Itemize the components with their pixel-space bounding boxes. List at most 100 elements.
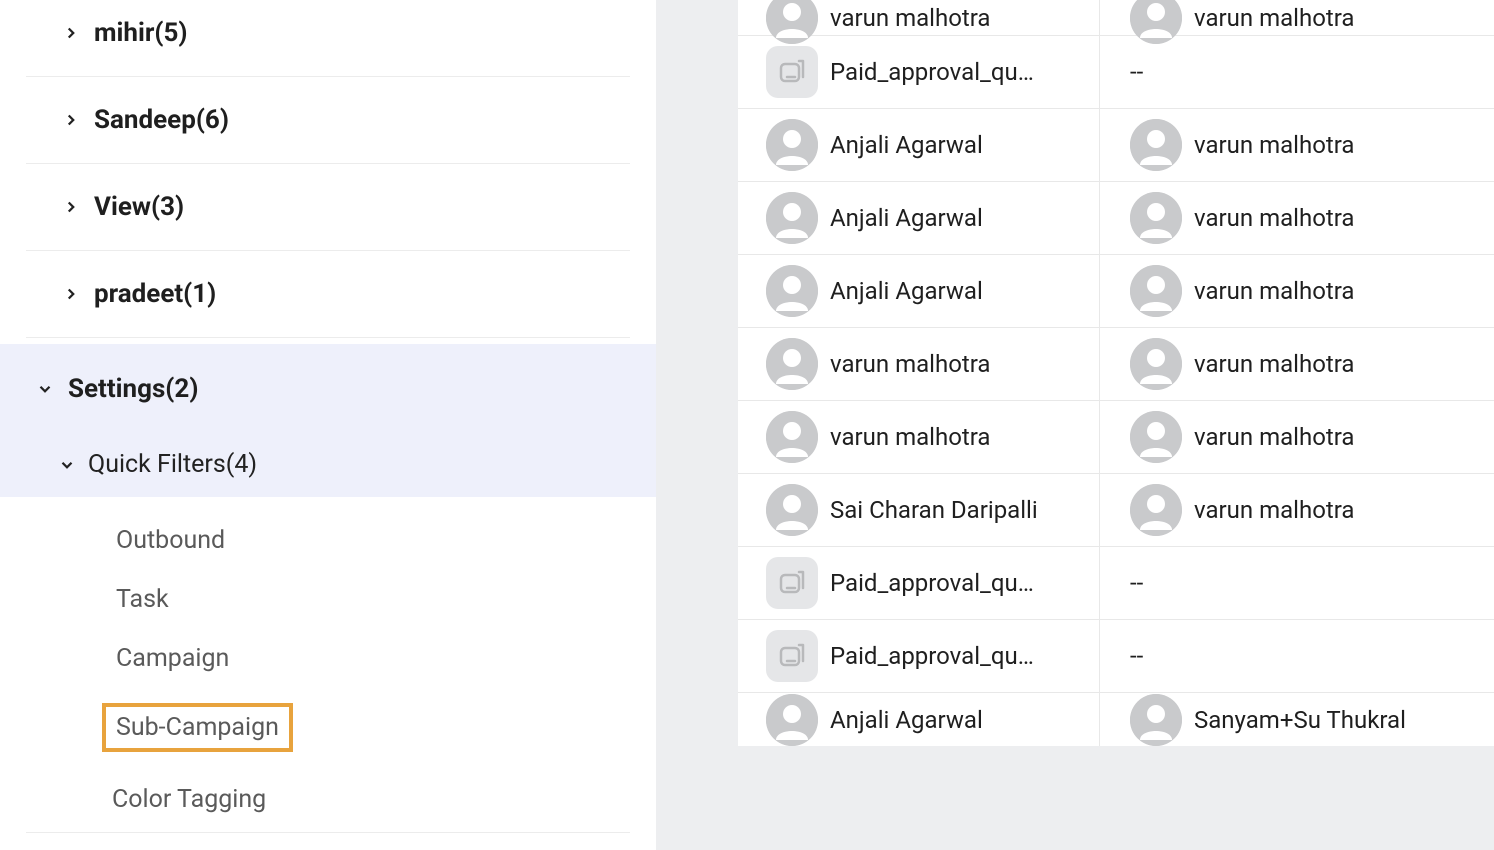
avatar-icon [1130,192,1182,244]
quick-filter-label: Task [116,585,169,614]
chevron-down-icon [58,456,76,474]
table-row[interactable]: Anjali Agarwal varun malhotra [738,109,1494,182]
quick-filter-item[interactable]: Campaign [0,629,656,688]
cell-assignee: Anjali Agarwal [738,255,1100,327]
owner-text: varun malhotra [1194,277,1355,305]
cell-owner: varun malhotra [1100,255,1494,327]
avatar-icon [1130,411,1182,463]
cell-assignee: varun malhotra [738,401,1100,473]
quick-filter-label: Sub-Campaign [102,703,293,752]
cell-owner: varun malhotra [1100,109,1494,181]
owner-text: varun malhotra [1194,204,1355,232]
avatar-icon [1130,484,1182,536]
queue-icon [766,630,818,682]
cell-assignee: varun malhotra [738,328,1100,400]
color-tagging-label: Color Tagging [112,785,266,814]
assignee-text: varun malhotra [830,4,991,32]
assignee-text: Anjali Agarwal [830,277,983,305]
chevron-right-icon [62,198,80,216]
quick-filter-label: Outbound [116,526,225,555]
settings-label: Settings(2) [68,374,198,404]
quick-filter-label: Campaign [116,644,229,673]
main-panel: varun malhotra varun malhotra Paid_appro… [656,0,1494,850]
sidebar-group[interactable]: mihir(5) [26,0,630,77]
avatar-icon [766,411,818,463]
table-row[interactable]: Anjali Agarwal varun malhotra [738,255,1494,328]
cell-owner: -- [1100,620,1494,692]
assignee-text: Paid_approval_qu… [830,569,1034,597]
owner-text: varun malhotra [1194,423,1355,451]
quick-filters-header[interactable]: Quick Filters(4) [0,434,656,497]
cell-assignee: Paid_approval_qu… [738,620,1100,692]
chevron-right-icon [62,111,80,129]
empty-value: -- [1130,569,1143,597]
chevron-right-icon [62,24,80,42]
table-row[interactable]: varun malhotra varun malhotra [738,0,1494,36]
empty-value: -- [1130,58,1143,86]
owner-text: varun malhotra [1194,131,1355,159]
table-row[interactable]: Paid_approval_qu… -- [738,36,1494,109]
sidebar-group[interactable]: pradeet(1) [26,251,630,338]
owner-text: varun malhotra [1194,496,1355,524]
cell-owner: varun malhotra [1100,328,1494,400]
cell-assignee: varun malhotra [738,0,1100,35]
settings-section: Settings(2) Quick Filters(4) [0,344,656,497]
avatar-icon [1130,265,1182,317]
group-label: mihir(5) [94,18,188,48]
group-label: View(3) [94,192,184,222]
assignee-text: Sai Charan Daripalli [830,496,1038,524]
queue-icon [766,557,818,609]
table-row[interactable]: varun malhotra varun malhotra [738,328,1494,401]
table-row[interactable]: Paid_approval_qu… -- [738,547,1494,620]
settings-header[interactable]: Settings(2) [0,344,656,434]
avatar-icon [766,338,818,390]
color-tagging-item[interactable]: Color Tagging [26,767,630,833]
table-row[interactable]: Sai Charan Daripalli varun malhotra [738,474,1494,547]
cell-assignee: Anjali Agarwal [738,693,1100,746]
avatar-icon [766,484,818,536]
owner-text: Sanyam+Su Thukral [1194,706,1406,734]
assignee-text: Anjali Agarwal [830,706,983,734]
group-label: Sandeep(6) [94,105,229,135]
assignee-text: Anjali Agarwal [830,204,983,232]
queue-icon [766,46,818,98]
cell-assignee: Paid_approval_qu… [738,547,1100,619]
cell-assignee: Anjali Agarwal [738,182,1100,254]
cell-owner: Sanyam+Su Thukral [1100,693,1494,746]
chevron-down-icon [36,380,54,398]
quick-filter-item[interactable]: Sub-Campaign [0,688,656,767]
owner-text: varun malhotra [1194,350,1355,378]
quick-filter-item[interactable]: Outbound [0,511,656,570]
avatar-icon [1130,694,1182,746]
cell-owner: varun malhotra [1100,182,1494,254]
quick-filter-item[interactable]: Task [0,570,656,629]
cell-assignee: Anjali Agarwal [738,109,1100,181]
chevron-right-icon [62,285,80,303]
cell-owner: varun malhotra [1100,474,1494,546]
assignee-text: Anjali Agarwal [830,131,983,159]
sidebar: mihir(5) Sandeep(6) View(3) pradeet(1) S… [0,0,656,850]
avatar-icon [766,192,818,244]
cell-owner: varun malhotra [1100,401,1494,473]
sidebar-group[interactable]: Sandeep(6) [26,77,630,164]
cell-owner: -- [1100,547,1494,619]
table-row[interactable]: Paid_approval_qu… -- [738,620,1494,693]
avatar-icon [766,265,818,317]
cell-assignee: Sai Charan Daripalli [738,474,1100,546]
footer-gap [738,746,1494,850]
table-row[interactable]: Anjali Agarwal Sanyam+Su Thukral [738,693,1494,746]
table: varun malhotra varun malhotra Paid_appro… [738,0,1494,746]
quick-filters-children: Outbound Task Campaign Sub-Campaign [0,497,656,767]
group-label: pradeet(1) [94,279,216,309]
cell-owner: -- [1100,36,1494,108]
sidebar-group[interactable]: View(3) [26,164,630,251]
owner-text: varun malhotra [1194,4,1355,32]
cell-assignee: Paid_approval_qu… [738,36,1100,108]
table-row[interactable]: varun malhotra varun malhotra [738,401,1494,474]
cell-owner: varun malhotra [1100,0,1494,35]
avatar-icon [1130,119,1182,171]
assignee-text: varun malhotra [830,423,991,451]
table-row[interactable]: Anjali Agarwal varun malhotra [738,182,1494,255]
assignee-text: Paid_approval_qu… [830,642,1034,670]
avatar-icon [766,119,818,171]
